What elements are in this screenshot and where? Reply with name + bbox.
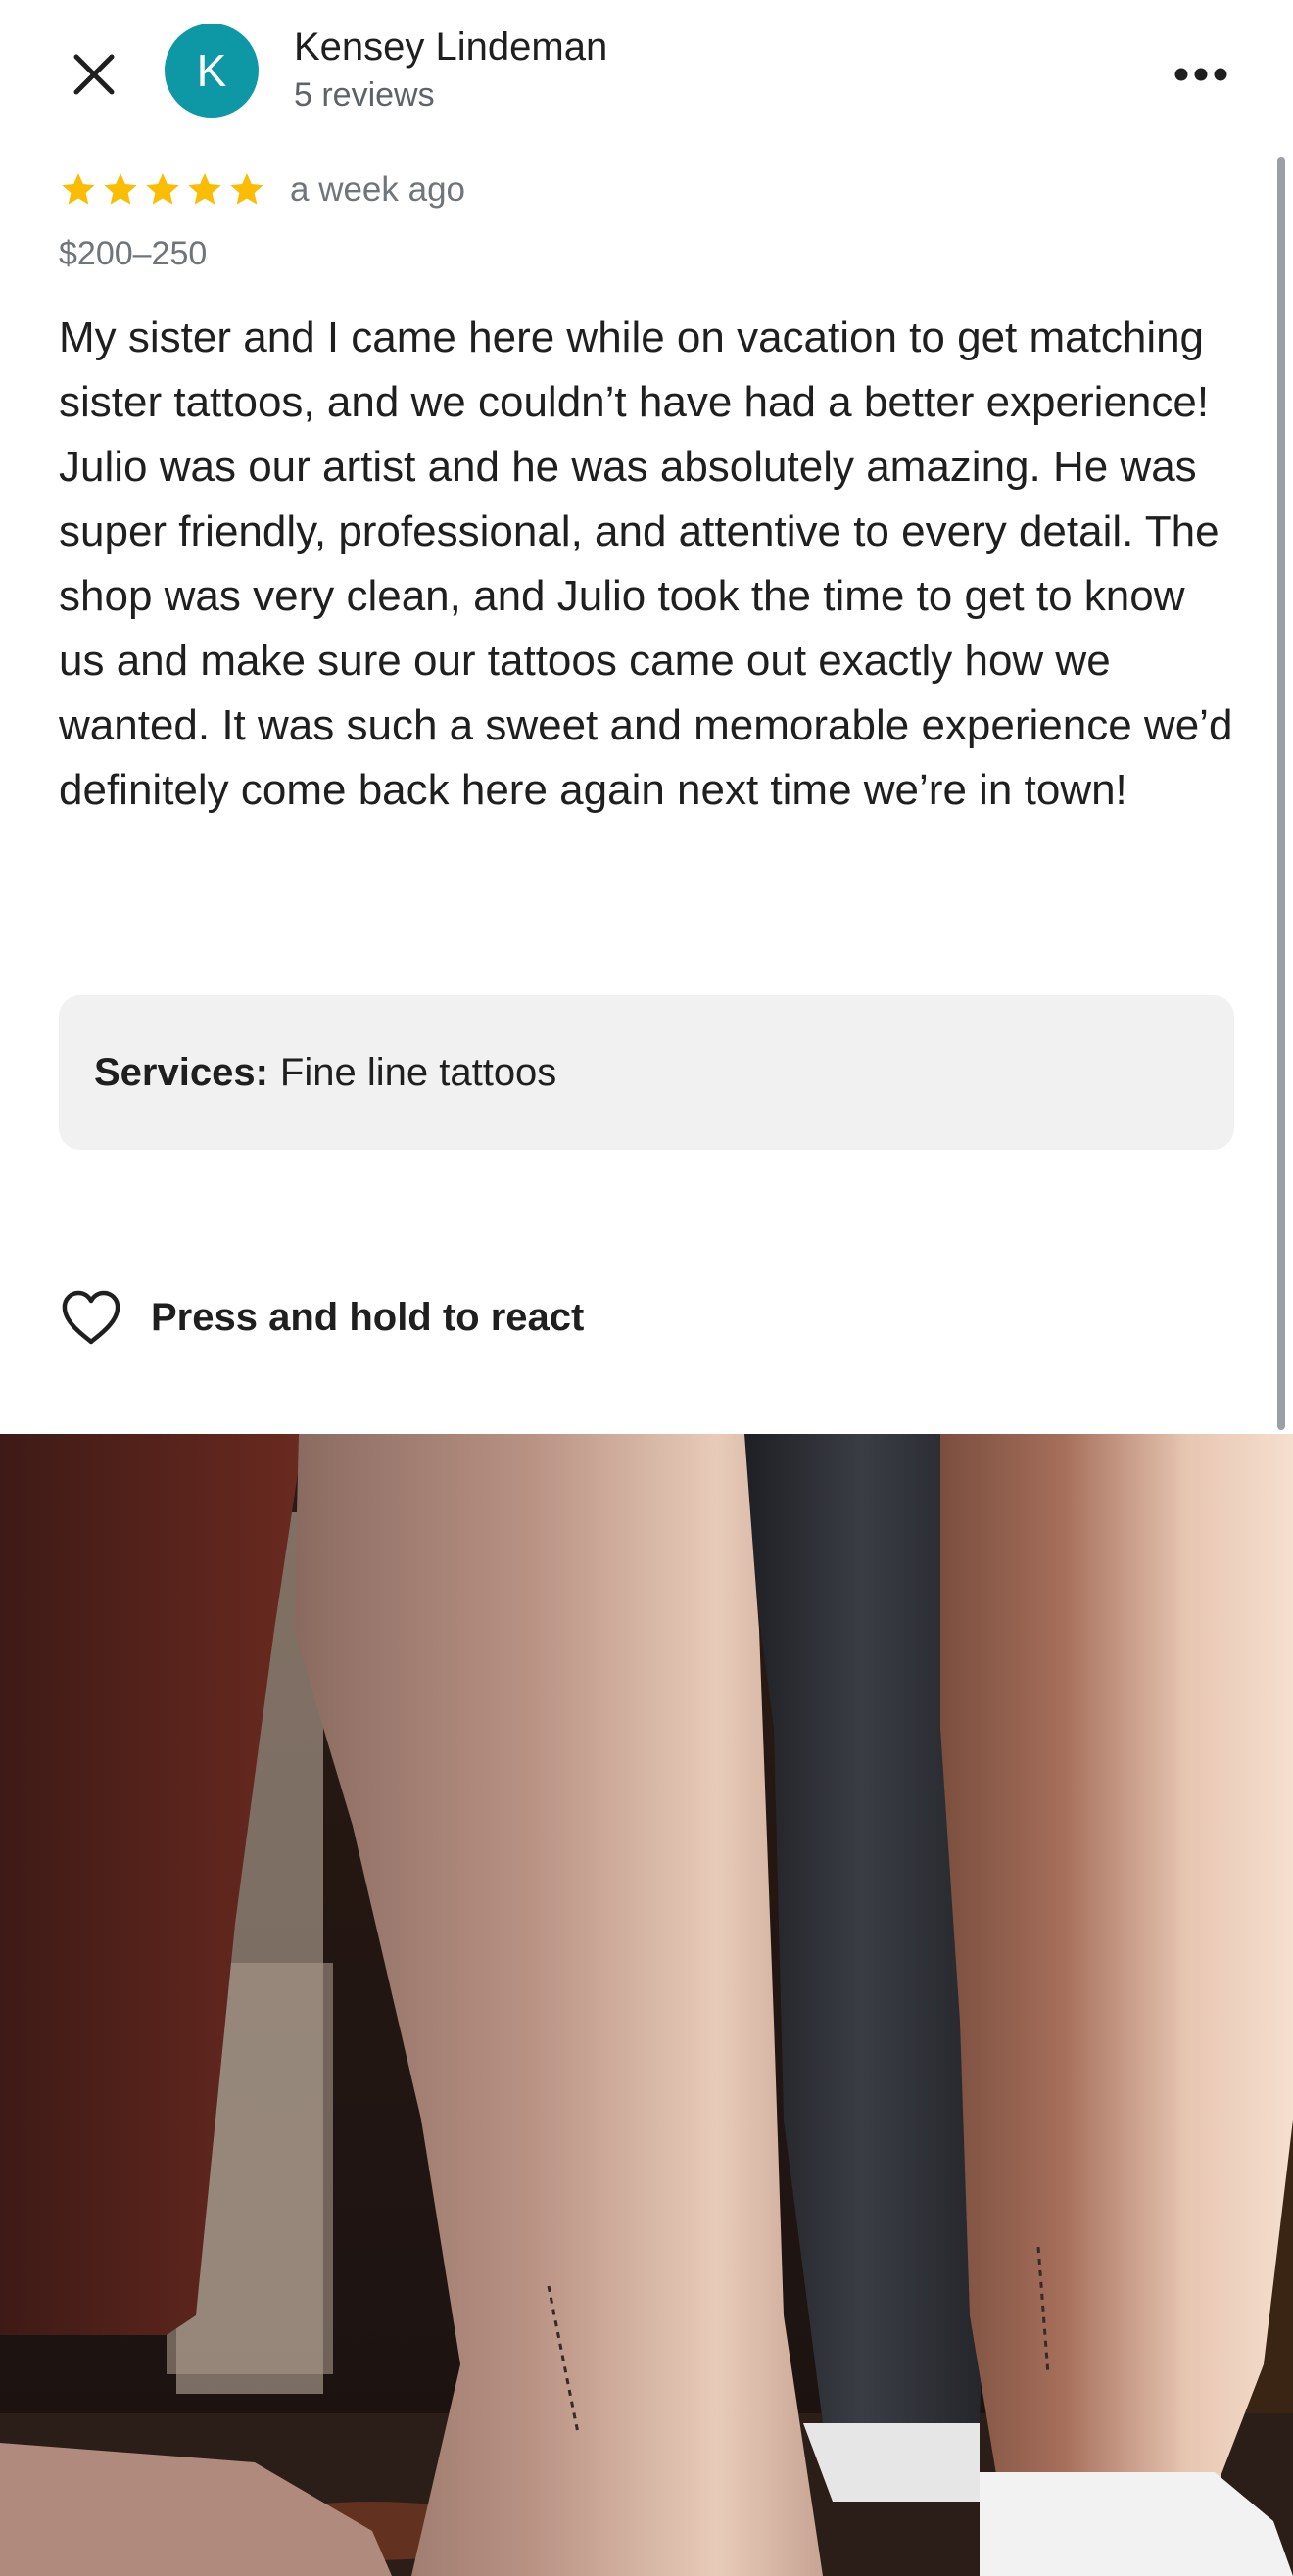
star-icon — [62, 173, 95, 205]
close-button[interactable] — [59, 39, 129, 110]
star-rating — [59, 170, 266, 210]
scrollbar[interactable] — [1277, 157, 1285, 1430]
more-horizontal-icon — [1174, 68, 1227, 81]
reviewer-review-count: 5 reviews — [294, 76, 435, 114]
more-options-button[interactable] — [1166, 39, 1236, 110]
react-label: Press and hold to react — [151, 1295, 585, 1339]
star-icon — [146, 173, 179, 205]
review-text: My sister and I came here while on vacat… — [59, 313, 1233, 814]
reviewer-name[interactable]: Kensey Lindeman — [294, 25, 607, 70]
services-box: Services: Fine line tattoos — [59, 995, 1234, 1150]
star-icon — [104, 173, 137, 205]
price-range: $200–250 — [59, 235, 208, 272]
review-header: K Kensey Lindeman 5 reviews — [0, 0, 1293, 142]
rating-row: a week ago — [59, 167, 465, 214]
avatar[interactable]: K — [165, 24, 259, 118]
services-value: Fine line tattoos — [279, 1050, 557, 1094]
close-icon — [73, 54, 115, 95]
review-time: a week ago — [290, 170, 466, 209]
star-icon — [188, 173, 221, 205]
review-photo[interactable] — [0, 1434, 1293, 2576]
react-button[interactable]: Press and hold to react — [59, 1283, 584, 1352]
heart-outline-icon — [59, 1285, 123, 1350]
services-label: Services: — [94, 1050, 268, 1094]
star-icon — [230, 173, 263, 205]
